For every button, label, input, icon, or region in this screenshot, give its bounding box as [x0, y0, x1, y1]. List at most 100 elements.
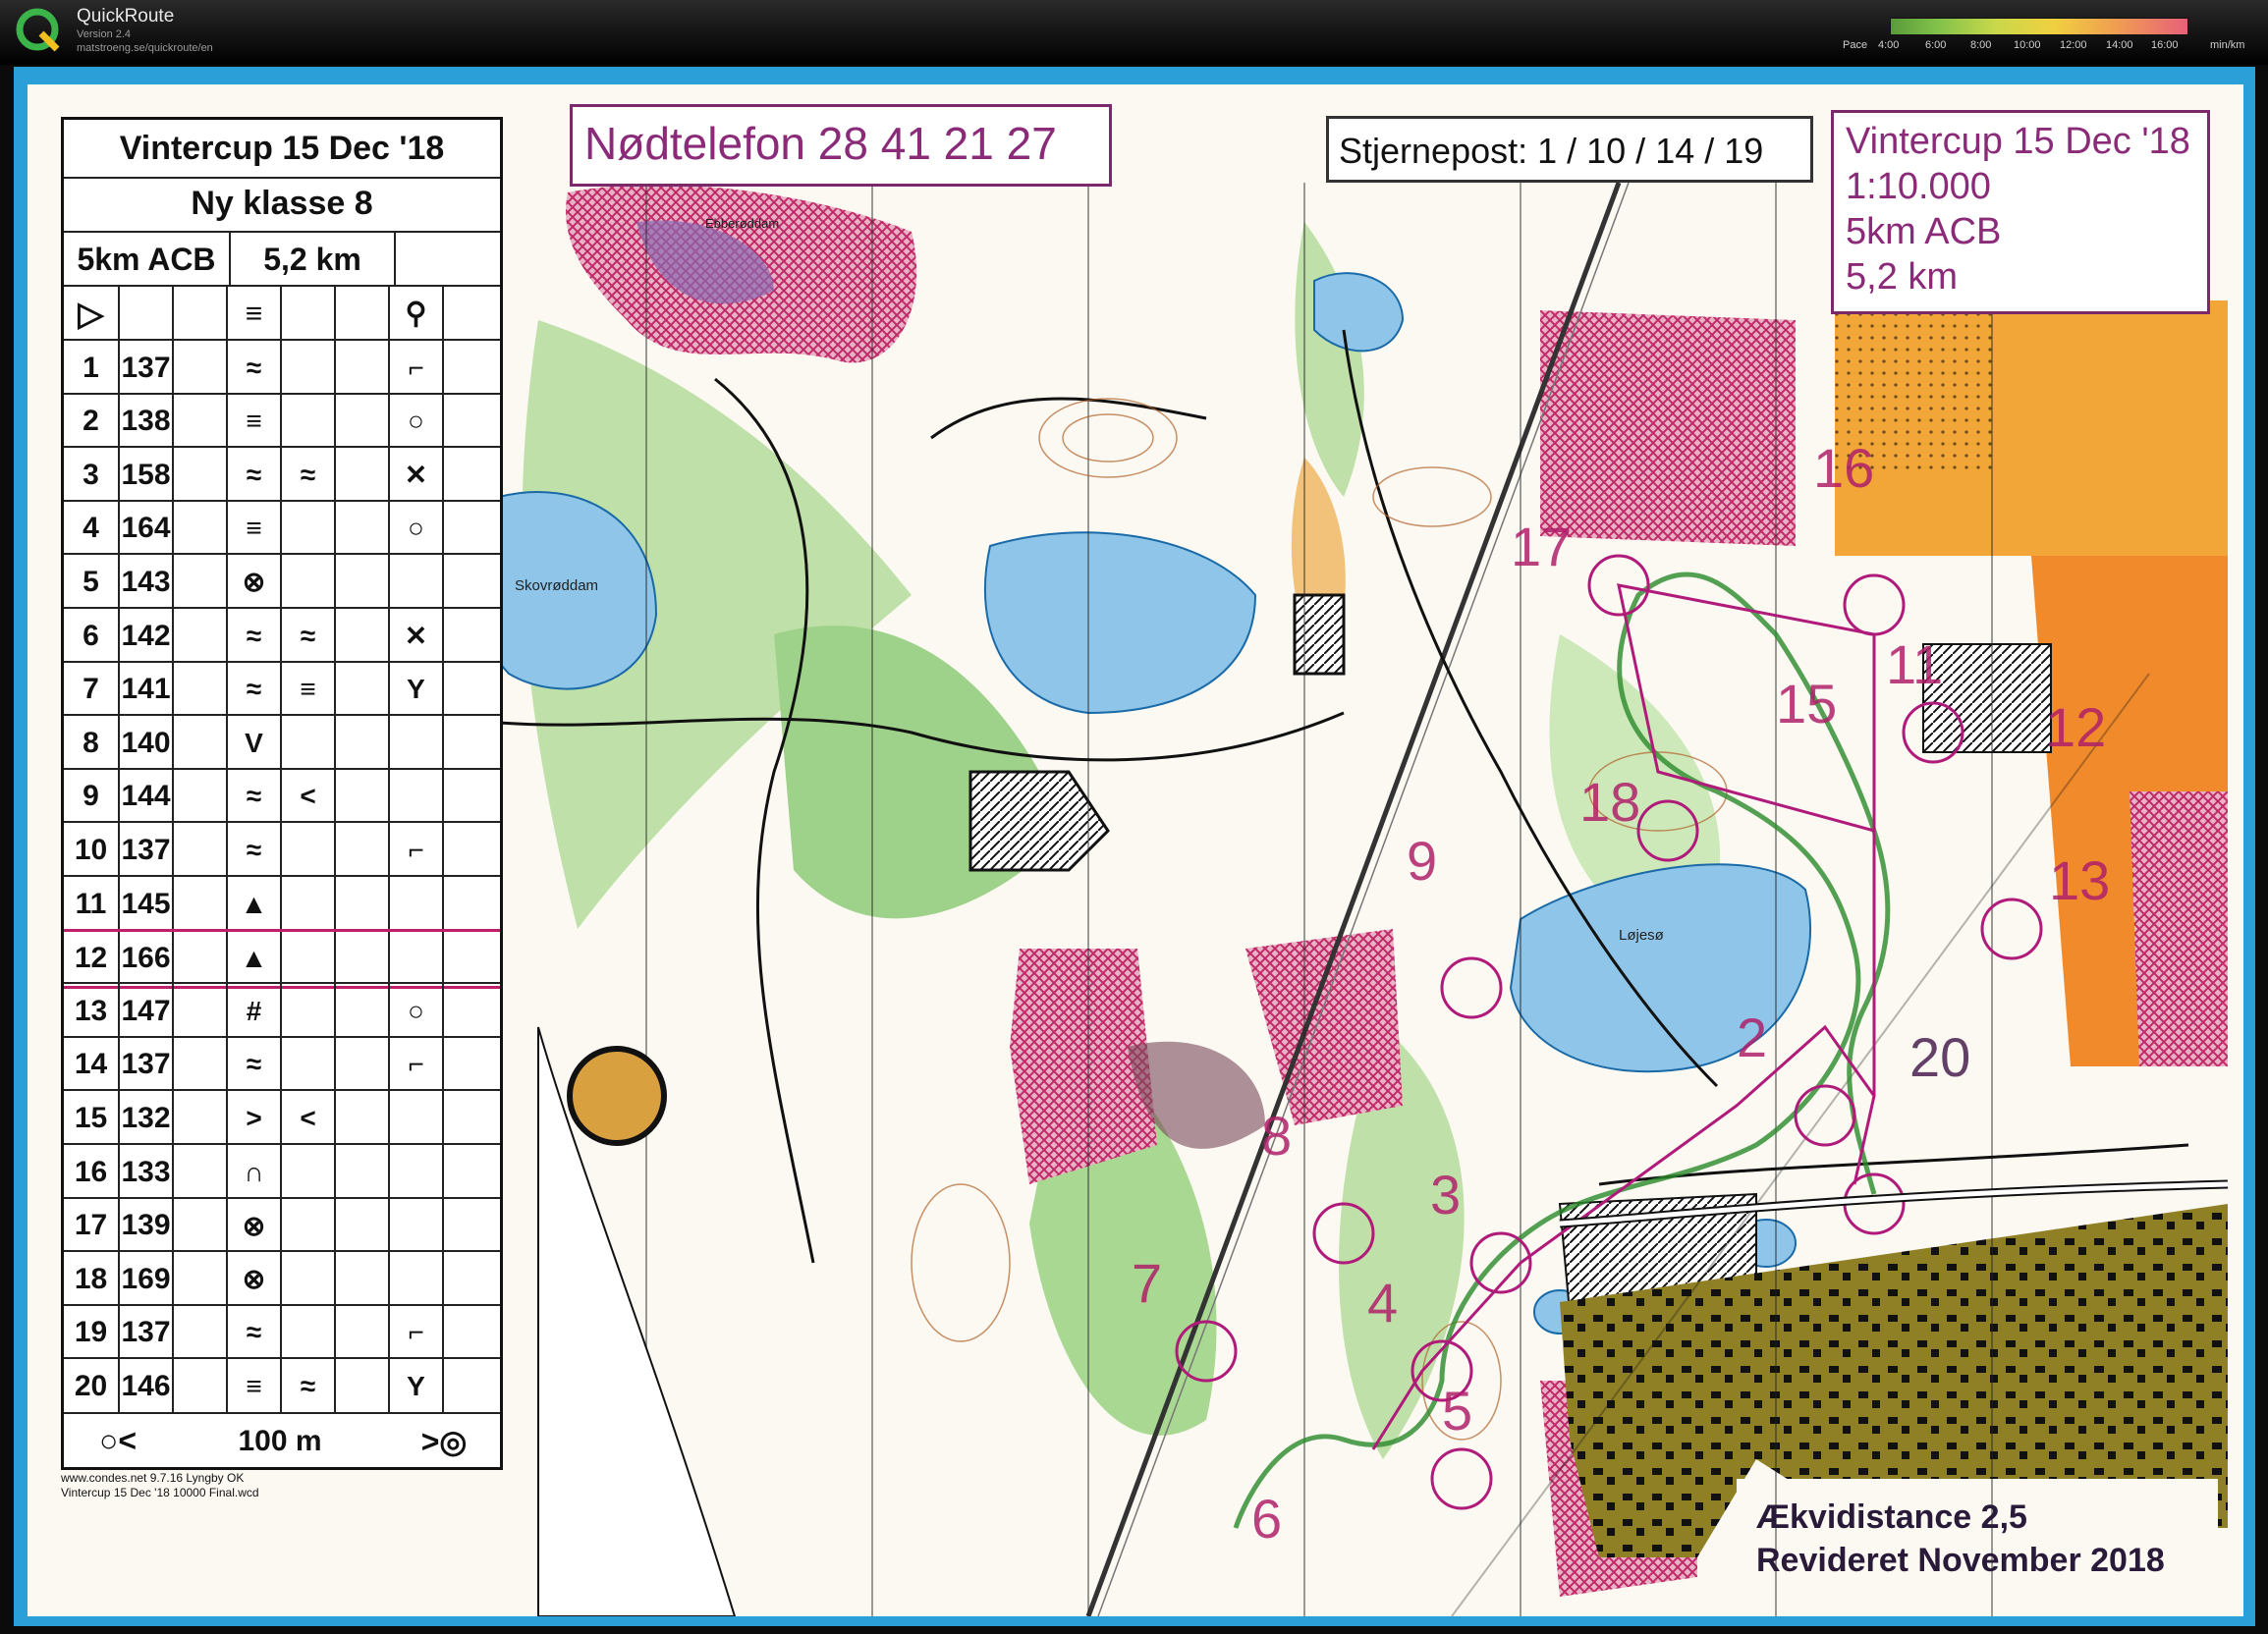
symbol-cell [334, 823, 388, 878]
control-description-sheet: Vintercup 15 Dec '18 Ny klasse 8 5km ACB… [61, 117, 503, 1470]
description-row: 2 138 ≡ ○ [64, 392, 500, 449]
control-sequence-number: 20 [74, 1369, 108, 1402]
feature-symbol-icon: ≈ [226, 1037, 280, 1092]
pace-tick: 14:00 [2106, 39, 2133, 51]
control-sequence-number: 4 [83, 512, 99, 545]
symbol-cell [334, 501, 388, 556]
place-label: Ebberøddam [705, 216, 780, 231]
quickroute-logo-icon [16, 8, 60, 52]
empty-cell [172, 287, 226, 341]
symbol-cell [442, 1198, 500, 1253]
control-number: 11 [1886, 633, 1944, 695]
symbol-cell [442, 769, 500, 824]
detail-symbol-icon [280, 501, 334, 556]
symbol-cell [172, 823, 226, 878]
description-length: 5,2 km [229, 233, 394, 287]
symbol-cell [334, 394, 388, 449]
position-symbol-icon [388, 1145, 442, 1199]
feature-symbol-icon: ⊗ [226, 555, 280, 610]
symbol-cell [442, 609, 500, 663]
control-sequence-number: 8 [83, 726, 99, 759]
control-sequence-number: 18 [74, 1262, 108, 1295]
footer-line: Vintercup 15 Dec '18 10000 Final.wcd [61, 1486, 259, 1499]
position-symbol-icon [388, 1091, 442, 1146]
position-symbol-icon: ⌐ [388, 1305, 442, 1360]
description-row: 11 145 ▲ [64, 875, 500, 931]
symbol-cell [442, 1145, 500, 1199]
feature-symbol-icon: ≈ [226, 823, 280, 878]
detail-symbol-icon [280, 1305, 334, 1360]
symbol-cell [442, 931, 500, 986]
contour-interval-text: Ækvidistance 2,5 [1756, 1498, 2027, 1536]
symbol-cell [334, 448, 388, 503]
detail-symbol-icon [280, 823, 334, 878]
position-symbol-icon [388, 1198, 442, 1253]
bend-icon: ⚲ [388, 287, 442, 341]
description-title: Vintercup 15 Dec '18 [119, 130, 445, 167]
finish-circle-icon: >◎ [420, 1423, 468, 1459]
description-row: 12 166 ▲ [64, 928, 500, 989]
description-row: 1 137 ≈ ⌐ [64, 339, 500, 395]
course-info-line: 5km ACB [1846, 211, 2002, 252]
symbol-cell [442, 448, 500, 503]
control-code: 164 [118, 501, 172, 556]
description-course-row: 5km ACB 5,2 km [64, 231, 500, 287]
detail-symbol-icon [280, 716, 334, 771]
detail-symbol-icon [280, 1198, 334, 1253]
symbol-cell [442, 1091, 500, 1146]
feature-symbol-icon: ≡ [226, 1359, 280, 1414]
feature-symbol-icon: ≈ [226, 662, 280, 717]
description-row: 18 169 ⊗ [64, 1250, 500, 1307]
feature-symbol-icon: ≈ [226, 448, 280, 503]
symbol-cell [334, 716, 388, 771]
control-code: 144 [118, 769, 172, 824]
description-row: 16 133 ∩ [64, 1143, 500, 1199]
symbol-cell [172, 555, 226, 610]
detail-symbol-icon: < [280, 1091, 334, 1146]
description-row: 10 137 ≈ ⌐ [64, 821, 500, 878]
symbol-cell [172, 769, 226, 824]
position-symbol-icon: ✕ [388, 448, 442, 503]
control-sequence-number: 10 [74, 833, 108, 866]
feature-symbol-icon: V [226, 716, 280, 771]
detail-symbol-icon: < [280, 769, 334, 824]
position-symbol-icon: ⌐ [388, 1037, 442, 1092]
description-row: 7 141 ≈ ≡ Y [64, 660, 500, 717]
symbol-cell [172, 609, 226, 663]
feature-symbol-icon: ≈ [226, 769, 280, 824]
symbol-cell [334, 931, 388, 986]
description-row: 9 144 ≈ < [64, 767, 500, 824]
detail-symbol-icon [280, 931, 334, 986]
description-finish-row: ○< 100 m >◎ [64, 1412, 500, 1469]
control-number: 3 [1430, 1164, 1462, 1226]
finish-funnel-icon: ○< [98, 1423, 137, 1458]
description-row: 6 142 ≈ ≈ ✕ [64, 607, 500, 663]
pace-color-scale[interactable] [1890, 18, 2188, 35]
empty-cell [442, 287, 500, 341]
symbol-cell [172, 716, 226, 771]
control-code: 142 [118, 609, 172, 663]
symbol-cell [334, 1198, 388, 1253]
control-code: 137 [118, 341, 172, 395]
description-class: Ny klasse 8 [191, 185, 373, 222]
control-number: 13 [2049, 849, 2111, 911]
app-url[interactable]: matstroeng.se/quickroute/en [77, 42, 213, 54]
detail-symbol-icon: ≈ [280, 1359, 334, 1414]
control-code: 137 [118, 1037, 172, 1092]
feature-symbol-icon: ≈ [226, 1305, 280, 1360]
course-info-line: 1:10.000 [1846, 166, 1991, 207]
course-info-line: 5,2 km [1846, 256, 1959, 298]
position-symbol-icon [388, 769, 442, 824]
position-symbol-icon [388, 931, 442, 986]
symbol-cell [172, 501, 226, 556]
description-row: 5 143 ⊗ [64, 553, 500, 610]
symbol-cell [172, 1252, 226, 1307]
description-row: 4 164 ≡ ○ [64, 499, 500, 556]
description-row: 8 140 V [64, 714, 500, 771]
feature-symbol-icon: ⊗ [226, 1198, 280, 1253]
control-sequence-number: 9 [83, 780, 99, 813]
symbol-cell [172, 1145, 226, 1199]
detail-symbol-icon [280, 555, 334, 610]
symbol-cell [172, 341, 226, 395]
pace-tick: 4:00 [1878, 39, 1900, 51]
